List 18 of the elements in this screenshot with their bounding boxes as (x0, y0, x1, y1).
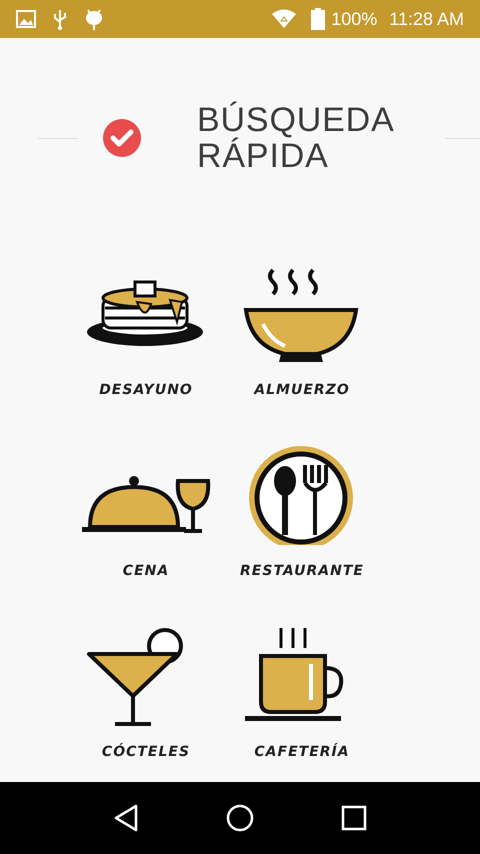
recent-apps-icon[interactable] (340, 805, 367, 831)
category-label[interactable]: ALMUERZO (254, 380, 350, 401)
android-icon (84, 8, 104, 30)
battery-percentage: 100% (331, 8, 378, 30)
battery-icon (311, 8, 326, 30)
category-label[interactable]: CÓCTELES (102, 742, 190, 763)
usb-icon (52, 8, 68, 30)
back-icon[interactable] (113, 804, 140, 832)
image-icon (16, 10, 36, 28)
category-label[interactable]: RESTAURANTE (240, 561, 364, 582)
home-icon[interactable] (226, 804, 254, 832)
category-label[interactable]: CAFETERÍA (254, 742, 350, 763)
clock-time: 11:28 AM (389, 8, 464, 30)
category-label[interactable]: DESAYUNO (99, 380, 193, 401)
category-label[interactable]: CENA (122, 561, 170, 582)
page-title: BÚSQUEDA RÁPIDA (197, 102, 395, 174)
wifi-icon (271, 9, 298, 29)
checkmark-icon (103, 119, 141, 157)
